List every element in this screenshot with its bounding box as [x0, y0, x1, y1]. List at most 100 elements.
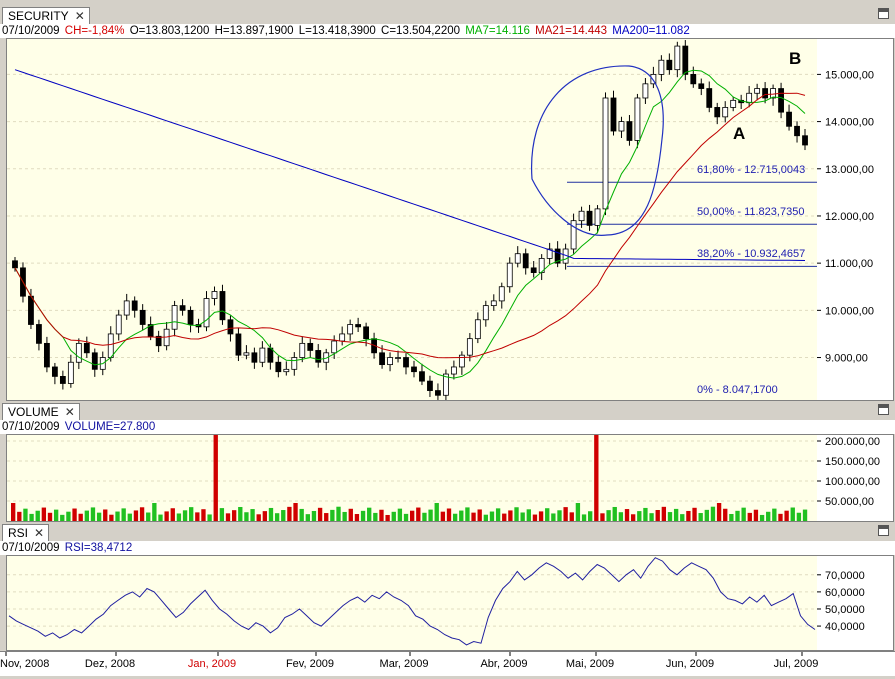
volume-bar: [23, 508, 28, 521]
close-icon[interactable]: ✕: [34, 525, 44, 542]
tab-rsi[interactable]: RSI ✕: [2, 524, 50, 542]
price-y-label: 14.000,00: [825, 117, 874, 129]
volume-bar: [686, 510, 691, 521]
info-high: H=13.897,1900: [214, 25, 294, 37]
volume-bar: [17, 511, 22, 521]
annotation-a: A: [733, 124, 746, 143]
volume-bar: [281, 510, 286, 521]
candle-body: [578, 210, 585, 222]
candle-body: [794, 125, 800, 137]
volume-chart-svg: [7, 435, 817, 521]
volume-bar: [538, 511, 544, 521]
volume-bar: [483, 514, 488, 521]
candle-body: [586, 210, 593, 226]
candle-body: [698, 83, 705, 89]
close-icon[interactable]: ✕: [75, 8, 85, 25]
candle-body: [506, 262, 513, 288]
volume-bar: [367, 507, 372, 521]
rsi-plot[interactable]: [6, 555, 818, 651]
volume-bar: [612, 506, 617, 521]
volume-bar: [391, 511, 396, 521]
security-panel: SECURITY ✕ 07/10/2009 CH=-1,84% O=13.803…: [0, 5, 895, 401]
maximize-button[interactable]: [878, 8, 889, 19]
ma200-line: [14, 69, 806, 261]
candle-body: [259, 347, 266, 363]
volume-bar: [115, 511, 120, 521]
volume-bar: [121, 508, 126, 521]
volume-bar: [551, 513, 556, 521]
volume-bar: [60, 514, 65, 521]
candle-body: [706, 88, 713, 108]
volume-bar: [189, 507, 194, 521]
tab-security[interactable]: SECURITY ✕: [2, 7, 90, 25]
price-y-label: 12.000,00: [825, 211, 874, 223]
volume-plot[interactable]: [6, 434, 818, 522]
candle-body: [403, 357, 409, 368]
candle-body: [474, 319, 481, 340]
volume-bar: [667, 512, 673, 521]
candle-body: [490, 300, 497, 307]
volume-bar: [262, 511, 268, 521]
volume-bar: [78, 513, 83, 521]
volume-bar: [207, 514, 212, 521]
info-ma200: MA200=11.082: [612, 25, 690, 37]
volume-bar: [575, 503, 581, 521]
price-plot[interactable]: 61,80% - 12.715,0043 50,00% - 11.823,735…: [6, 38, 818, 401]
volume-bar: [704, 509, 709, 521]
maximize-button[interactable]: [878, 404, 889, 415]
volume-bar: [127, 513, 132, 521]
volume-bar: [759, 514, 765, 521]
candle-body: [674, 45, 681, 71]
candle-body: [514, 253, 521, 264]
candle-body: [235, 333, 242, 356]
tab-volume[interactable]: VOLUME ✕: [2, 403, 80, 421]
volume-tabbar: VOLUME ✕: [0, 401, 895, 421]
candle-body: [482, 305, 489, 321]
candle-body: [610, 97, 617, 132]
candle-body: [682, 45, 689, 75]
candle-body: [75, 342, 82, 363]
volume-bar: [231, 510, 237, 521]
candle-body: [379, 352, 385, 366]
volume-bar: [477, 509, 482, 521]
volume-bar: [397, 508, 403, 521]
volume-bar: [342, 511, 347, 521]
volume-bar: [256, 514, 261, 521]
candle-body: [91, 352, 98, 370]
volume-bar: [305, 514, 310, 521]
security-tabbar: SECURITY ✕: [0, 5, 895, 25]
candle-body: [227, 319, 234, 335]
candle-body: [267, 347, 274, 363]
fib-label-50: 50,00% - 11.823,7350: [697, 206, 805, 218]
rsi-y-label: 60,0000: [825, 587, 865, 599]
volume-bar: [250, 509, 255, 521]
info-ch: CH=-1,84%: [64, 25, 125, 37]
time-x-axis: Nov, 2008 Dez, 2008 Jan, 2009 Fev, 2009 Mar,…: [0, 651, 895, 676]
maximize-button[interactable]: [878, 525, 889, 536]
rsi-y-label: 70,0000: [825, 570, 865, 582]
volume-bar: [563, 507, 568, 521]
volume-bar: [606, 510, 611, 521]
volume-bar: [471, 512, 476, 521]
volume-bar: [164, 511, 169, 521]
candle-body: [450, 366, 457, 375]
volume-bar: [379, 509, 384, 521]
volume-bar: [502, 513, 507, 521]
x-tick-label: Dez, 2008: [85, 658, 135, 670]
candle-body: [658, 59, 665, 75]
tab-rsi-label: RSI: [8, 526, 29, 540]
candle-body: [666, 59, 673, 71]
price-y-axis: 9.000,00 10.000,00 11.000,00 12.000,00 13.00…: [817, 38, 894, 401]
volume-bar: [465, 507, 470, 521]
info-close: C=13.504,2200: [381, 25, 461, 37]
volume-bar: [649, 513, 654, 521]
volume-bar: [53, 509, 59, 521]
annotation-b: B: [789, 49, 802, 68]
volume-bar: [741, 507, 746, 521]
candle-body: [211, 291, 218, 299]
rsi-y-axis: 40,0000 50,0000 60,0000 70,0000: [817, 555, 894, 651]
candle-body: [618, 121, 625, 132]
volume-bar: [311, 510, 317, 521]
close-icon[interactable]: ✕: [65, 404, 75, 421]
volume-bar: [90, 507, 96, 521]
